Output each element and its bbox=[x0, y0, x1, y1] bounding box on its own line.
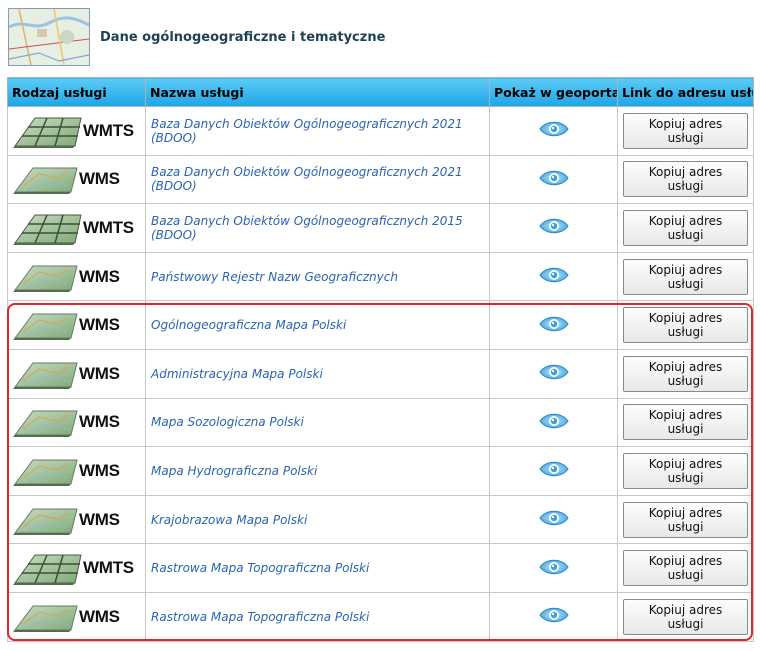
wms-map-layer-icon bbox=[13, 167, 78, 195]
service-type-cell: WMS bbox=[7, 300, 146, 350]
service-name[interactable]: Mapa Hydrograficzna Polski bbox=[145, 446, 490, 496]
table-row-3: WMTS Baza Danych Obiektów Ogólnogeografi… bbox=[7, 203, 754, 253]
service-type-logo: WMS bbox=[13, 355, 140, 393]
service-type-label: WMS bbox=[79, 266, 120, 286]
service-type-cell: WMTS bbox=[7, 203, 146, 253]
service-type-cell: WMTS bbox=[7, 106, 146, 156]
service-type-logo: WMTS bbox=[13, 549, 140, 587]
table-row-1: WMTS Baza Danych Obiektów Ogólnogeografi… bbox=[7, 106, 754, 156]
table-row-10: WMTS Rastrowa Mapa Topograficzna Polski bbox=[7, 543, 754, 593]
table-row-7: WMS Mapa Sozologiczna Polski Kopiuj adre… bbox=[7, 397, 754, 448]
column-header-show: Pokaż w geoportalu bbox=[489, 77, 618, 107]
service-name[interactable]: Ogólnogeograficzna Mapa Polski bbox=[145, 300, 490, 350]
eye-icon[interactable] bbox=[538, 168, 569, 191]
eye-icon[interactable] bbox=[538, 459, 569, 482]
service-type-logo: WMS bbox=[13, 403, 140, 441]
service-type-label: WMS bbox=[79, 509, 120, 529]
wms-map-layer-icon bbox=[13, 265, 78, 292]
table-row-6: WMS Administracyjna Mapa Polski Kopiuj a… bbox=[7, 348, 754, 399]
service-type-label: WMTS bbox=[83, 120, 134, 140]
service-type-label: WMTS bbox=[83, 217, 134, 237]
service-type-cell: WMS bbox=[7, 251, 146, 302]
wms-map-layer-icon bbox=[13, 605, 78, 632]
copy-address-button[interactable]: Kopiuj adres usługi bbox=[623, 355, 748, 392]
copy-address-button[interactable]: Kopiuj adres usługi bbox=[623, 452, 748, 489]
service-type-logo: WMS bbox=[13, 306, 140, 344]
eye-icon[interactable] bbox=[538, 119, 569, 142]
service-type-logo: WMS bbox=[13, 598, 140, 636]
wms-map-layer-icon bbox=[13, 410, 78, 438]
copy-address-button[interactable]: Kopiuj adres usługi bbox=[623, 307, 748, 344]
column-header-type: Rodzaj usługi bbox=[7, 77, 146, 107]
service-type-label: WMS bbox=[79, 315, 120, 335]
service-type-cell: WMS bbox=[7, 397, 146, 448]
eye-icon[interactable] bbox=[538, 265, 569, 288]
eye-icon[interactable] bbox=[538, 411, 569, 434]
table-row-2: WMS Baza Danych Obiektów Ogólnogeografic… bbox=[7, 154, 754, 205]
table-row-8: WMS Mapa Hydrograficzna Polski Kopiuj ad… bbox=[7, 446, 754, 496]
service-type-label: WMS bbox=[79, 460, 120, 480]
service-type-logo: WMS bbox=[13, 501, 140, 539]
service-name[interactable]: Rastrowa Mapa Topograficzna Polski bbox=[145, 543, 490, 593]
service-type-label: WMS bbox=[79, 412, 120, 432]
column-header-link: Link do adresu usługi bbox=[617, 77, 754, 107]
service-type-label: WMS bbox=[79, 363, 120, 383]
wmts-tile-grid-icon bbox=[13, 117, 82, 148]
service-type-label: WMS bbox=[79, 606, 120, 626]
wmts-tile-grid-icon bbox=[13, 554, 82, 586]
service-type-logo: WMS bbox=[13, 452, 140, 490]
table-header-row: Rodzaj usługi Nazwa usługi Pokaż w geopo… bbox=[7, 77, 754, 107]
service-name[interactable]: Administracyjna Mapa Polski bbox=[145, 348, 490, 399]
service-name[interactable]: Baza Danych Obiektów Ogólnogeograficznyc… bbox=[145, 106, 490, 156]
eye-icon[interactable] bbox=[538, 362, 569, 385]
topographic-map-thumbnail-icon bbox=[8, 8, 90, 66]
copy-address-button[interactable]: Kopiuj adres usługi bbox=[623, 112, 748, 149]
copy-address-button[interactable]: Kopiuj adres usługi bbox=[623, 161, 748, 198]
copy-address-button[interactable]: Kopiuj adres usługi bbox=[623, 550, 748, 587]
table-row-5: WMS Ogólnogeograficzna Mapa Polski Kopiu… bbox=[7, 300, 754, 350]
service-type-logo: WMTS bbox=[13, 112, 140, 150]
eye-icon[interactable] bbox=[538, 216, 569, 239]
eye-icon[interactable] bbox=[538, 605, 569, 628]
service-type-cell: WMS bbox=[7, 154, 146, 205]
service-type-cell: WMS bbox=[7, 348, 146, 399]
copy-address-button[interactable]: Kopiuj adres usługi bbox=[623, 209, 748, 246]
copy-address-button[interactable]: Kopiuj adres usługi bbox=[623, 598, 748, 635]
copy-address-button[interactable]: Kopiuj adres usługi bbox=[623, 258, 748, 295]
wms-map-layer-icon bbox=[13, 508, 78, 535]
service-name[interactable]: Mapa Sozologiczna Polski bbox=[145, 397, 490, 448]
wms-map-layer-icon bbox=[13, 313, 78, 341]
service-type-label: WMS bbox=[79, 169, 120, 189]
wms-map-layer-icon bbox=[13, 459, 78, 486]
service-name[interactable]: Krajobrazowa Mapa Polski bbox=[145, 494, 490, 545]
service-type-label: WMTS bbox=[83, 558, 134, 578]
copy-address-button[interactable]: Kopiuj adres usługi bbox=[623, 404, 748, 441]
table-row-4: WMS Państwowy Rejestr Nazw Geograficznyc… bbox=[7, 251, 754, 302]
service-name[interactable]: Rastrowa Mapa Topograficzna Polski bbox=[145, 591, 490, 642]
copy-address-button[interactable]: Kopiuj adres usługi bbox=[623, 501, 748, 538]
service-type-logo: WMS bbox=[13, 160, 140, 198]
service-type-cell: WMTS bbox=[7, 543, 146, 593]
service-type-logo: WMS bbox=[13, 258, 140, 296]
section-header: Dane ogólnogeograficzne i tematyczne bbox=[8, 6, 385, 68]
service-name[interactable]: Baza Danych Obiektów Ogólnogeograficznyc… bbox=[145, 154, 490, 205]
eye-icon[interactable] bbox=[538, 508, 569, 531]
column-header-name: Nazwa usługi bbox=[145, 77, 490, 107]
service-type-cell: WMS bbox=[7, 446, 146, 496]
section-title: Dane ogólnogeograficzne i tematyczne bbox=[100, 29, 386, 45]
service-name[interactable]: Państwowy Rejestr Nazw Geograficznych bbox=[145, 251, 490, 302]
eye-icon[interactable] bbox=[538, 314, 569, 337]
service-type-logo: WMTS bbox=[13, 209, 140, 247]
wmts-tile-grid-icon bbox=[13, 214, 82, 245]
service-type-cell: WMS bbox=[7, 591, 146, 642]
services-table: Rodzaj usługi Nazwa usługi Pokaż w geopo… bbox=[7, 77, 754, 642]
table-row-11: WMS Rastrowa Mapa Topograficzna Polski K… bbox=[7, 591, 754, 642]
table-row-9: WMS Krajobrazowa Mapa Polski Kopiuj adre… bbox=[7, 494, 754, 545]
eye-icon[interactable] bbox=[538, 557, 569, 580]
service-type-cell: WMS bbox=[7, 494, 146, 545]
wms-map-layer-icon bbox=[13, 362, 78, 389]
service-name[interactable]: Baza Danych Obiektów Ogólnogeograficznyc… bbox=[145, 203, 490, 253]
